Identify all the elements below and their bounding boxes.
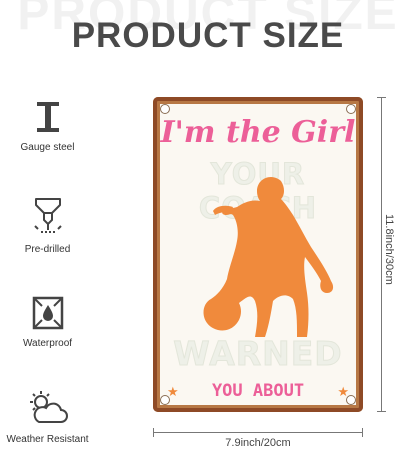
feature-label: Weather Resistant — [6, 434, 89, 445]
width-dimension-line — [153, 432, 363, 433]
feature-waterproof: Waterproof — [0, 296, 95, 349]
sign-text-line-1: I'm the Girl — [160, 115, 356, 150]
page-title: PRODUCT SIZE — [71, 16, 345, 55]
dimension-tick — [377, 411, 386, 412]
feature-gauge-steel: Gauge steel — [0, 100, 95, 153]
mounting-hole — [160, 104, 170, 114]
star-icon: ★ — [167, 384, 179, 399]
sun-cloud-icon — [29, 391, 68, 423]
feature-pre-drilled: Pre-drilled — [0, 196, 95, 255]
drill-icon — [33, 198, 62, 233]
height-dimension-label: 11.8inch/30cm — [383, 214, 395, 285]
basketball-player-silhouette — [203, 177, 334, 337]
i-beam-icon — [36, 102, 59, 132]
metal-sign-image: I'm the Girl YOUR COACH WARNED YOU ABOUT… — [153, 97, 363, 412]
sign-text-line-4: YOU ABOUT — [211, 381, 305, 401]
star-icon: ★ — [337, 384, 349, 399]
feature-weather-resistant: Weather Resistant — [0, 390, 95, 445]
feature-label: Waterproof — [22, 338, 73, 349]
dimension-tick — [153, 428, 154, 437]
height-dimension-line — [381, 97, 382, 412]
dimension-tick — [362, 428, 363, 437]
width-dimension-label: 7.9inch/20cm — [225, 437, 291, 449]
feature-label: Gauge steel — [20, 142, 75, 153]
feature-label: Pre-drilled — [24, 244, 71, 255]
mounting-hole — [346, 104, 356, 114]
dimension-tick — [377, 97, 386, 98]
sign-text-line-3: WARNED — [173, 334, 343, 374]
water-drop-icon — [32, 296, 63, 330]
